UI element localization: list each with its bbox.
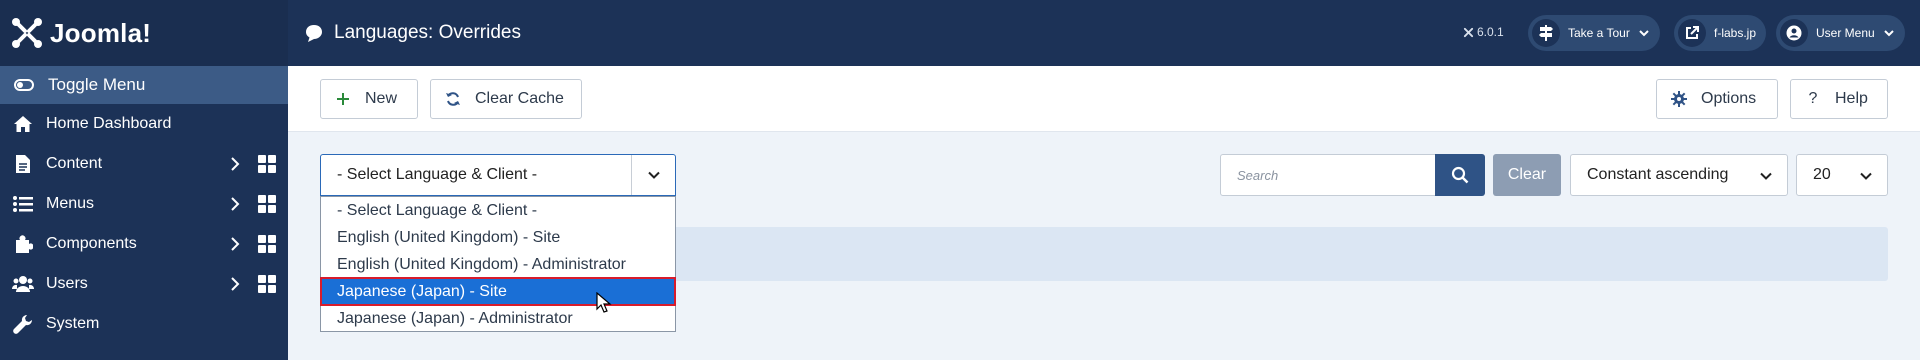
- clear-cache-button[interactable]: Clear Cache: [430, 79, 582, 119]
- external-link-icon: [1678, 19, 1706, 47]
- puzzle-icon: [12, 233, 34, 255]
- page-title: Languages: Overrides: [334, 22, 521, 43]
- gear-icon: [1671, 91, 1687, 107]
- app-window: Joomla! Toggle Menu Home Dashboard Conte…: [0, 0, 1920, 360]
- search-placeholder: Search: [1237, 167, 1279, 183]
- dropdown-option[interactable]: - Select Language & Client -: [321, 197, 675, 224]
- sidebar-item-label: Menus: [46, 195, 95, 212]
- version-badge: 6.0.1: [1463, 25, 1504, 39]
- user-menu-label: User Menu: [1816, 26, 1875, 40]
- take-a-tour-label: Take a Tour: [1568, 26, 1630, 40]
- site-link-label: f-labs.jp: [1714, 26, 1757, 40]
- toggle-icon: [14, 79, 34, 91]
- clear-button[interactable]: Clear: [1493, 154, 1561, 196]
- toggle-menu-label: Toggle Menu: [48, 75, 146, 94]
- site-link-button[interactable]: f-labs.jp: [1674, 15, 1767, 51]
- sort-selected: Constant ascending: [1587, 166, 1729, 183]
- chevron-down-icon: [631, 155, 675, 195]
- language-client-select[interactable]: - Select Language & Client -: [320, 154, 676, 196]
- new-button[interactable]: New: [320, 79, 418, 119]
- version-number: 6.0.1: [1477, 25, 1504, 39]
- search-button[interactable]: [1435, 154, 1485, 196]
- options-button[interactable]: Options: [1656, 79, 1778, 119]
- sidebar-item-home-dashboard[interactable]: Home Dashboard: [0, 104, 288, 144]
- brand[interactable]: Joomla!: [0, 0, 288, 66]
- users-icon: [12, 273, 34, 295]
- mouse-cursor-icon: [596, 292, 612, 313]
- user-icon: [1780, 19, 1808, 47]
- chevron-right-icon[interactable]: [226, 155, 244, 173]
- list-limit-select[interactable]: 20: [1796, 154, 1888, 196]
- sidebar-item-menus[interactable]: Menus: [0, 184, 288, 224]
- search-input[interactable]: Search: [1220, 154, 1436, 196]
- sidebar: Joomla! Toggle Menu Home Dashboard Conte…: [0, 0, 288, 360]
- dashboard-grid-icon[interactable]: [258, 155, 276, 173]
- sidebar-item-content[interactable]: Content: [0, 144, 288, 184]
- search-icon: [1451, 166, 1469, 184]
- clear-cache-label: Clear Cache: [475, 90, 564, 107]
- chevron-right-icon[interactable]: [226, 235, 244, 253]
- list-icon: [12, 193, 34, 215]
- dashboard-grid-icon[interactable]: [258, 195, 276, 213]
- take-a-tour-button[interactable]: Take a Tour: [1528, 15, 1660, 51]
- toggle-menu-button[interactable]: Toggle Menu: [0, 66, 288, 104]
- dashboard-grid-icon[interactable]: [258, 275, 276, 293]
- clear-label: Clear: [1507, 166, 1547, 183]
- chevron-down-icon: [1760, 172, 1772, 180]
- sidebar-item-label: System: [46, 315, 100, 332]
- dropdown-option-highlighted[interactable]: Japanese (Japan) - Site: [320, 277, 676, 306]
- options-label: Options: [1701, 90, 1757, 107]
- sidebar-item-label: Home Dashboard: [46, 115, 172, 132]
- language-client-selected: - Select Language & Client -: [337, 166, 538, 183]
- limit-selected: 20: [1813, 166, 1831, 183]
- language-client-dropdown: - Select Language & Client - English (Un…: [320, 196, 676, 332]
- chevron-right-icon[interactable]: [226, 195, 244, 213]
- sidebar-item-label: Content: [46, 155, 103, 172]
- header: Languages: Overrides 6.0.1 Take a Tour f…: [288, 0, 1920, 66]
- dropdown-option[interactable]: English (United Kingdom) - Administrator: [321, 251, 675, 278]
- comment-icon: [306, 25, 322, 42]
- brand-name: Joomla!: [50, 17, 152, 48]
- sidebar-item-label: Components: [46, 235, 137, 252]
- sidebar-item-system[interactable]: System: [0, 304, 288, 344]
- help-button[interactable]: ? Help: [1790, 79, 1888, 119]
- help-label: Help: [1835, 90, 1868, 107]
- signpost-icon: [1532, 19, 1560, 47]
- dashboard-grid-icon[interactable]: [258, 235, 276, 253]
- chevron-down-icon: [1639, 30, 1649, 37]
- toolbar: New Clear Cache Options ? Help: [288, 66, 1920, 132]
- joomla-logo-icon: [12, 18, 42, 48]
- chevron-right-icon[interactable]: [226, 275, 244, 293]
- dropdown-option[interactable]: English (United Kingdom) - Site: [321, 224, 675, 251]
- user-menu-button[interactable]: User Menu: [1776, 15, 1905, 51]
- chevron-down-icon: [1883, 30, 1894, 37]
- sidebar-item-label: Users: [46, 275, 88, 292]
- sidebar-item-components[interactable]: Components: [0, 224, 288, 264]
- wrench-icon: [12, 313, 34, 335]
- chevron-down-icon: [1860, 172, 1872, 180]
- plus-icon: [335, 91, 351, 107]
- home-icon: [12, 113, 34, 135]
- sidebar-item-users[interactable]: Users: [0, 264, 288, 304]
- question-icon: ?: [1808, 90, 1818, 107]
- joomla-small-icon: [1463, 27, 1474, 37]
- new-label: New: [365, 90, 398, 107]
- dropdown-option[interactable]: Japanese (Japan) - Administrator: [321, 305, 675, 332]
- refresh-icon: [445, 91, 461, 107]
- sort-select[interactable]: Constant ascending: [1570, 154, 1788, 196]
- page-title-wrap: Languages: Overrides: [288, 22, 521, 44]
- file-icon: [12, 153, 34, 175]
